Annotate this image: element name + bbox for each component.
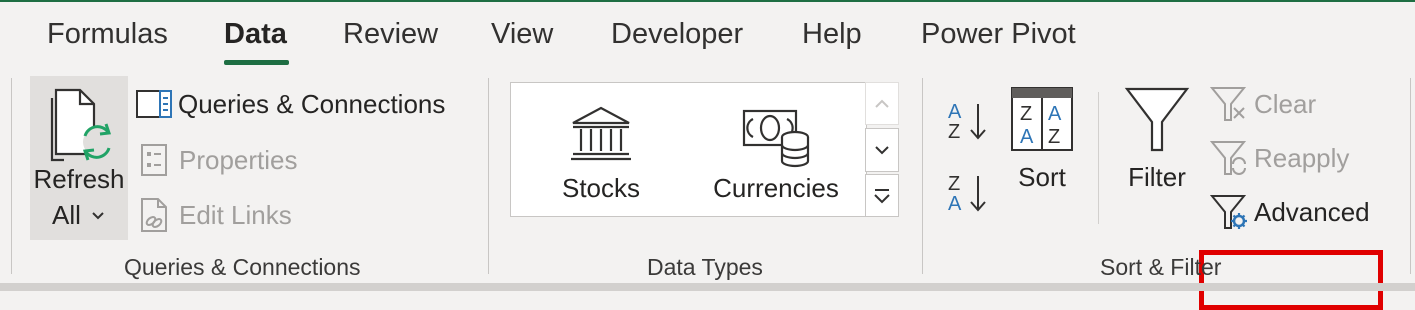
sort-za-bottom-letter: A: [948, 193, 962, 215]
chevron-down-icon: [875, 146, 889, 155]
filter-funnel-icon: [1124, 87, 1190, 152]
sort-az-bottom-letter: Z: [948, 121, 960, 143]
currencies-icon: [742, 109, 810, 168]
edit-links-label: Edit Links: [179, 199, 292, 230]
stocks-button[interactable]: Stocks: [541, 99, 661, 209]
ribbon-tabs: Formulas Data Review View Developer Help…: [0, 0, 1415, 70]
refresh-all-icon: [50, 88, 112, 162]
tab-power-pivot[interactable]: Power Pivot: [921, 18, 1076, 51]
clear-filter-button[interactable]: Clear: [1210, 86, 1316, 122]
reapply-filter-button[interactable]: Reapply: [1210, 140, 1349, 176]
group-separator: [488, 78, 489, 274]
sort-button[interactable]: Z A A Z Sort: [1004, 84, 1080, 204]
expand-gallery-icon: [874, 188, 890, 203]
currencies-button[interactable]: Currencies: [711, 99, 841, 209]
sort-z-to-a-button[interactable]: Z A: [944, 170, 990, 216]
sort-a-to-z-button[interactable]: A Z: [944, 98, 990, 144]
sort-grid-letter-z2: Z: [1048, 126, 1060, 148]
clear-filter-icon: [1210, 87, 1247, 121]
edit-links-icon: [141, 198, 167, 232]
tab-help[interactable]: Help: [802, 18, 862, 51]
refresh-all-label-line2: All: [52, 200, 81, 230]
data-types-gallery: Stocks Currencies: [510, 82, 867, 217]
group-label-data-types: Data Types: [647, 254, 763, 280]
advanced-filter-button[interactable]: Advanced: [1210, 194, 1370, 230]
refresh-all-button[interactable]: Refresh All: [30, 76, 128, 240]
properties-button[interactable]: Properties: [140, 143, 298, 177]
sort-icon: Z A A Z: [1011, 87, 1073, 151]
tab-view[interactable]: View: [491, 18, 553, 51]
ribbon-bottom-border: [0, 283, 1415, 291]
sort-za-top-letter: Z: [948, 173, 960, 195]
currencies-label: Currencies: [713, 173, 839, 203]
edit-links-button[interactable]: Edit Links: [140, 197, 292, 233]
gallery-more-button[interactable]: [865, 174, 899, 217]
sort-grid-letter-a1: A: [1020, 126, 1034, 148]
inner-separator: [1098, 92, 1099, 224]
tab-developer[interactable]: Developer: [611, 18, 743, 51]
tab-formulas[interactable]: Formulas: [47, 18, 168, 51]
filter-button[interactable]: Filter: [1118, 84, 1196, 204]
group-separator: [1410, 78, 1411, 274]
stocks-label: Stocks: [561, 173, 641, 203]
properties-label: Properties: [179, 144, 298, 175]
group-separator: [922, 78, 923, 274]
active-tab-indicator: [224, 60, 289, 65]
clear-label: Clear: [1254, 88, 1317, 119]
sort-label: Sort: [1018, 162, 1066, 192]
refresh-all-label-line1: Refresh: [33, 164, 125, 194]
gallery-scroll-down-button[interactable]: [865, 128, 899, 172]
advanced-filter-icon: [1210, 195, 1247, 229]
queries-connections-label: Queries & Connections: [178, 88, 446, 119]
sort-grid-letter-a2: A: [1048, 103, 1062, 125]
advanced-highlight-box: [1199, 250, 1383, 310]
queries-connections-icon: [136, 90, 172, 118]
reapply-filter-icon: [1210, 141, 1247, 175]
advanced-label: Advanced: [1254, 196, 1370, 227]
tab-data[interactable]: Data: [224, 18, 287, 51]
properties-icon: [141, 144, 167, 176]
sort-ascending-icon: A Z: [948, 101, 986, 143]
stocks-icon: [571, 106, 631, 161]
chevron-down-icon: [92, 212, 104, 220]
group-separator: [11, 78, 12, 274]
group-label-queries-connections: Queries & Connections: [124, 254, 361, 280]
gallery-scroll-up-button[interactable]: [865, 82, 899, 125]
sort-descending-icon: Z A: [948, 173, 986, 215]
chevron-up-icon: [875, 99, 889, 108]
ribbon-content: Refresh All Queries & Connections Proper…: [0, 70, 1415, 310]
group-label-sort-filter: Sort & Filter: [1100, 254, 1222, 280]
sort-grid-letter-z1: Z: [1020, 103, 1032, 125]
sort-az-top-letter: A: [948, 101, 962, 123]
tab-review[interactable]: Review: [343, 18, 438, 51]
reapply-label: Reapply: [1254, 142, 1350, 173]
filter-label: Filter: [1128, 162, 1186, 192]
queries-connections-button[interactable]: Queries & Connections: [136, 88, 445, 120]
